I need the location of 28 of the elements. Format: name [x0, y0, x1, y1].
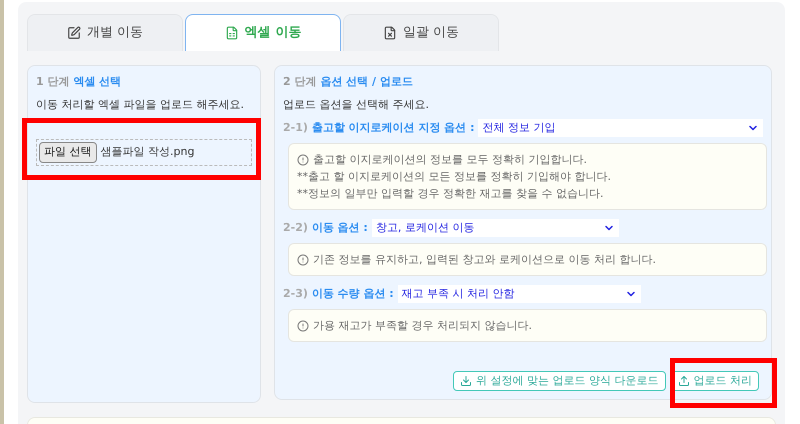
option-select[interactable]: 재고 부족 시 처리 안함 [398, 285, 641, 303]
step-title: 1 단계 엑셀 선택 [36, 74, 122, 90]
notice-text: 가용 재고가 부족할 경우 처리되지 않습니다. [313, 318, 532, 334]
alert-icon [297, 254, 309, 266]
notice-text: 기존 정보를 유지하고, 입력된 창고와 로케이션으로 이동 처리 합니다. [313, 252, 656, 268]
option-label: 2-2) 이동 옵션 : [283, 220, 368, 236]
option-select[interactable]: 창고, 로케이션 이동 [372, 219, 619, 237]
edit-icon [66, 26, 81, 40]
file-name: 샘플파일 작성.png [100, 144, 194, 160]
notice-text: **정보의 일부만 입력할 경우 정확한 재고를 찾을 수 없습니다. [297, 186, 604, 202]
alert-icon [297, 320, 309, 332]
step-description: 이동 처리할 엑셀 파일을 업로드 해주세요. [36, 96, 245, 112]
notice-text: **출고 할 이지로케이션의 모든 정보를 정확히 기입해야 합니다. [297, 169, 611, 185]
choose-file-button[interactable]: 파일 선택 [39, 142, 96, 162]
file-x-icon [382, 26, 397, 40]
step-title: 2 단계 옵션 선택 / 업로드 [283, 74, 414, 90]
option-select[interactable]: 전체 정보 기입 [478, 119, 763, 137]
tab[interactable]: 일괄 이동 [343, 14, 499, 51]
spreadsheet-file-icon [224, 26, 239, 40]
option-label: 2-3) 이동 수량 옵션 : [283, 286, 394, 302]
tab[interactable]: 개별 이동 [27, 14, 183, 51]
file-input[interactable]: 파일 선택 샘플파일 작성.png [36, 139, 252, 166]
notice-text: 출고할 이지로케이션의 정보를 모두 정확히 기입합니다. [313, 152, 587, 168]
download-icon [460, 375, 472, 387]
alert-icon [297, 154, 309, 166]
upload-icon [678, 375, 690, 387]
option-label: 2-1) 출고할 이지로케이션 지정 옵션 : [283, 120, 474, 136]
step-description: 업로드 옵션을 선택해 주세요. [283, 96, 430, 112]
